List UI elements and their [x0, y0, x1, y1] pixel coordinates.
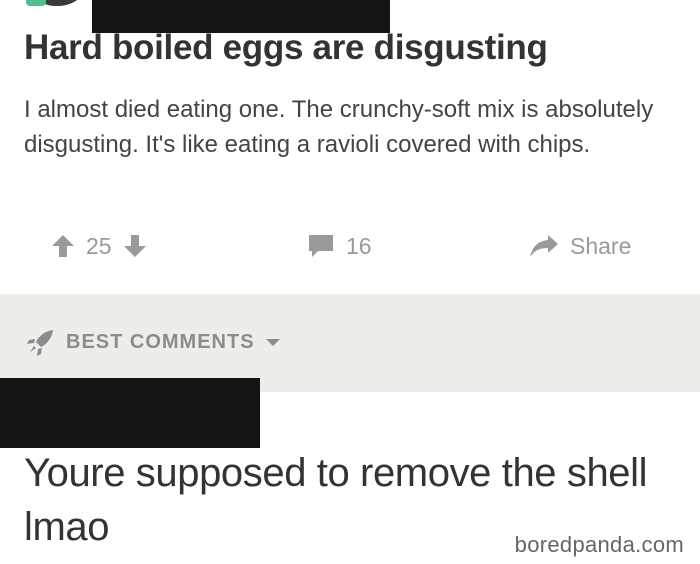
- vote-controls: 25: [50, 226, 148, 266]
- comments-button[interactable]: 16: [306, 226, 372, 266]
- share-arrow-icon: [528, 233, 560, 259]
- share-button[interactable]: Share: [528, 226, 631, 266]
- post-card: Hard boiled eggs are disgusting I almost…: [0, 0, 700, 294]
- best-comments-sort[interactable]: BEST COMMENTS: [26, 328, 281, 356]
- arrow-up-icon[interactable]: [50, 233, 76, 259]
- best-comments-label: BEST COMMENTS: [66, 330, 255, 353]
- comment-count: 16: [346, 232, 372, 259]
- arrow-down-icon[interactable]: [122, 233, 148, 259]
- share-label: Share: [570, 232, 632, 259]
- author-badge: [26, 0, 46, 6]
- post-title: Hard boiled eggs are disgusting: [24, 28, 548, 67]
- speech-bubble-icon: [306, 232, 336, 260]
- upvote-count: 25: [86, 232, 112, 259]
- caret-down-icon: [265, 336, 281, 348]
- watermark: boredpanda.com: [514, 532, 684, 557]
- post-body: I almost died eating one. The crunchy-so…: [24, 96, 654, 158]
- post-actions: 25 16 Share: [0, 226, 700, 266]
- rocket-icon: [26, 328, 56, 356]
- redacted-commenter-name: [0, 378, 260, 448]
